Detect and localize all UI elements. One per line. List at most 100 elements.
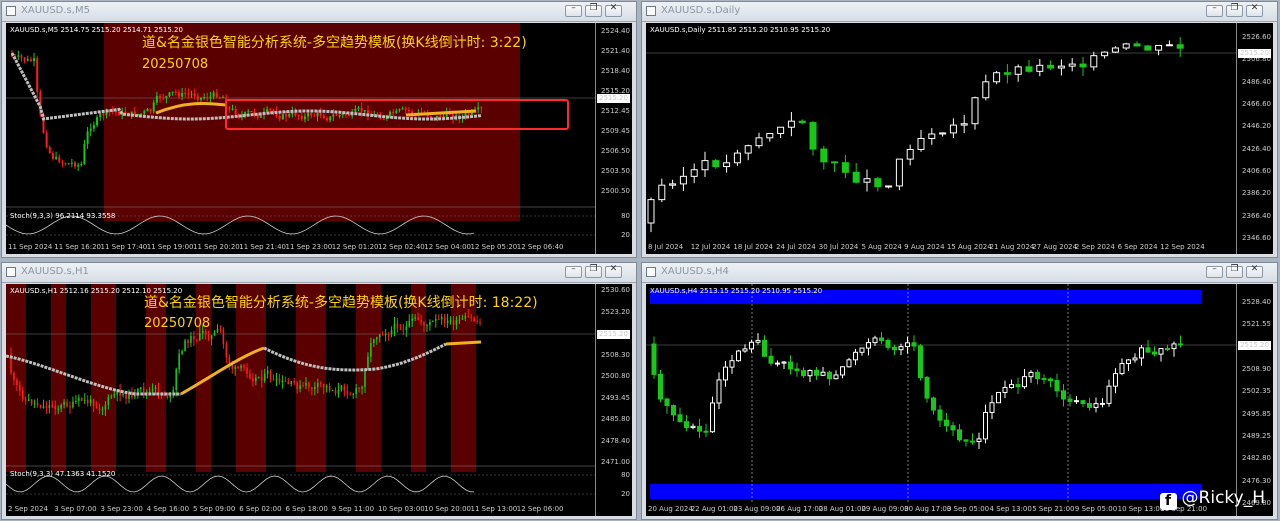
candle-body: [461, 318, 464, 320]
candle-body: [296, 382, 298, 389]
candle-body: [742, 348, 748, 352]
price-scale[interactable]: 2524.40 2521.40 2518.40 2515.20 2512.45 2509.…: [595, 23, 632, 254]
restore-button[interactable]: ❐: [1226, 264, 1243, 278]
price-scale-label: 2476.30: [1242, 476, 1271, 485]
candle-body: [57, 408, 59, 410]
candle-body: [92, 399, 95, 406]
restore-button[interactable]: ❐: [585, 264, 602, 278]
candle-body: [278, 378, 281, 383]
candle-body: [64, 163, 67, 165]
candle-body: [201, 331, 204, 334]
chart-area[interactable]: XAUUSD.s,Daily 2511.85 2515.20 2510.95 2…: [646, 23, 1273, 254]
candle-body: [393, 323, 396, 331]
restore-button[interactable]: ❐: [585, 3, 602, 17]
candle-body: [801, 370, 806, 377]
time-scale-label: 12 Sep 04:00: [424, 243, 471, 251]
candle-body: [831, 161, 839, 164]
close-button[interactable]: ✕: [605, 264, 622, 278]
close-button[interactable]: ✕: [1246, 264, 1263, 278]
time-scale-label: 11 Sep 13:00: [470, 505, 518, 513]
time-scale-label: 12 Sep 06:40: [516, 243, 564, 251]
candle-body: [152, 102, 155, 112]
candle-body: [196, 96, 199, 100]
price-chart-canvas[interactable]: [646, 284, 1239, 516]
candle-body: [340, 385, 343, 390]
candle-body: [389, 111, 391, 116]
candle-body: [423, 322, 425, 326]
candle-body: [92, 125, 95, 129]
restore-button[interactable]: ❐: [1226, 3, 1243, 17]
price-scale[interactable]: 2526.60 2506.80 2486.40 2466.60 2446.20 2426.…: [1236, 23, 1273, 254]
candle-body: [45, 405, 48, 408]
candle-body: [96, 117, 99, 126]
candle-body: [658, 373, 663, 400]
candle-body: [989, 402, 995, 413]
minimize-button[interactable]: –: [1206, 264, 1223, 278]
candle-body: [1028, 371, 1034, 378]
time-scale-label: 30 Jul 2024: [818, 243, 859, 251]
chart-window-h1[interactable]: XAUUSD.s,H1 – ❐ ✕ XAUUSD.s,H1 2512.16 25…: [1, 262, 637, 520]
trend-zone: [411, 284, 426, 472]
candle-body: [364, 369, 366, 387]
candle-body: [95, 405, 98, 408]
price-scale[interactable]: 2528.40 2521.55 2515.20 2508.90 2502.35 2495.…: [1236, 284, 1273, 516]
chart-window-icon: [646, 267, 656, 277]
minimize-button[interactable]: –: [565, 3, 582, 17]
price-chart-canvas[interactable]: [646, 23, 1239, 254]
candle-body: [733, 152, 741, 164]
candle-body: [80, 164, 83, 166]
candle-body: [716, 379, 722, 404]
candle-body: [314, 386, 316, 390]
candle-body: [1003, 72, 1011, 75]
window-titlebar[interactable]: XAUUSD.s,H1 – ❐ ✕: [2, 263, 636, 283]
time-scale-label: 8 Jul 2024: [648, 243, 684, 251]
chart-area[interactable]: XAUUSD.s,H1 2512.16 2515.20 2512.10 2515…: [6, 284, 632, 516]
chart-window-m5[interactable]: XAUUSD.s,M5 – ❐ ✕ XAUUSD.s,M5 2514.75 25…: [1, 1, 637, 258]
candle-body: [203, 97, 206, 99]
candle-body: [917, 137, 925, 150]
window-titlebar[interactable]: XAUUSD.s,H4 – ❐ ✕: [642, 263, 1277, 283]
price-scale-label: 2500.80: [601, 372, 630, 380]
chart-area[interactable]: XAUUSD.s,H4 2513.15 2515.20 2510.95 2515…: [646, 284, 1273, 516]
candle-body: [343, 385, 346, 391]
time-scale-label: 6 Sep 2024: [1117, 243, 1158, 251]
price-scale-label: 2508.30: [601, 350, 630, 359]
candle-body: [357, 107, 360, 109]
price-chart-canvas[interactable]: [6, 284, 598, 516]
candle-body: [234, 108, 237, 115]
price-scale[interactable]: 2530.60 2523.20 2515.20 2508.30 2500.80 2493.…: [595, 284, 632, 516]
candle-body: [86, 131, 89, 145]
candle-body: [305, 382, 307, 386]
window-titlebar[interactable]: XAUUSD.s,Daily – ❐ ✕: [642, 2, 1277, 22]
candle-body: [435, 319, 437, 321]
price-scale-label: 2518.40: [601, 67, 630, 75]
close-button[interactable]: ✕: [605, 3, 622, 17]
candle-body: [651, 343, 657, 375]
candle-body: [250, 111, 253, 113]
close-button[interactable]: ✕: [1246, 3, 1263, 17]
candle-body: [360, 107, 363, 112]
time-scale-label: 3 Sep 23:00: [100, 505, 143, 513]
chart-area[interactable]: XAUUSD.s,M5 2514.75 2515.20 2514.71 2515…: [6, 23, 632, 254]
candle-body: [70, 162, 73, 164]
window-titlebar[interactable]: XAUUSD.s,M5 – ❐ ✕: [2, 2, 636, 22]
price-scale-label: 2478.40: [601, 436, 630, 445]
chart-window-h4[interactable]: XAUUSD.s,H4 – ❐ ✕ XAUUSD.s,H4 2513.15 25…: [641, 262, 1278, 520]
candle-body: [928, 133, 936, 139]
candle-body: [355, 387, 357, 394]
candle-body: [690, 425, 696, 428]
minimize-button[interactable]: –: [565, 264, 582, 278]
chart-window-daily[interactable]: XAUUSD.s,Daily – ❐ ✕ XAUUSD.s,Daily 2511…: [641, 1, 1278, 258]
candle-body: [432, 320, 434, 322]
candle-body: [284, 380, 287, 382]
candle-body: [174, 91, 177, 93]
candle-body: [1090, 55, 1098, 68]
candle-body: [766, 133, 774, 139]
time-scale-label: 4 Sep 16:00: [146, 505, 190, 513]
current-price-tag: 2515.20: [597, 330, 630, 339]
candle-body: [963, 439, 969, 442]
candle-body: [401, 108, 404, 110]
price-scale-label: 2406.60: [1242, 167, 1271, 175]
candle-body: [326, 118, 328, 121]
minimize-button[interactable]: –: [1206, 3, 1223, 17]
